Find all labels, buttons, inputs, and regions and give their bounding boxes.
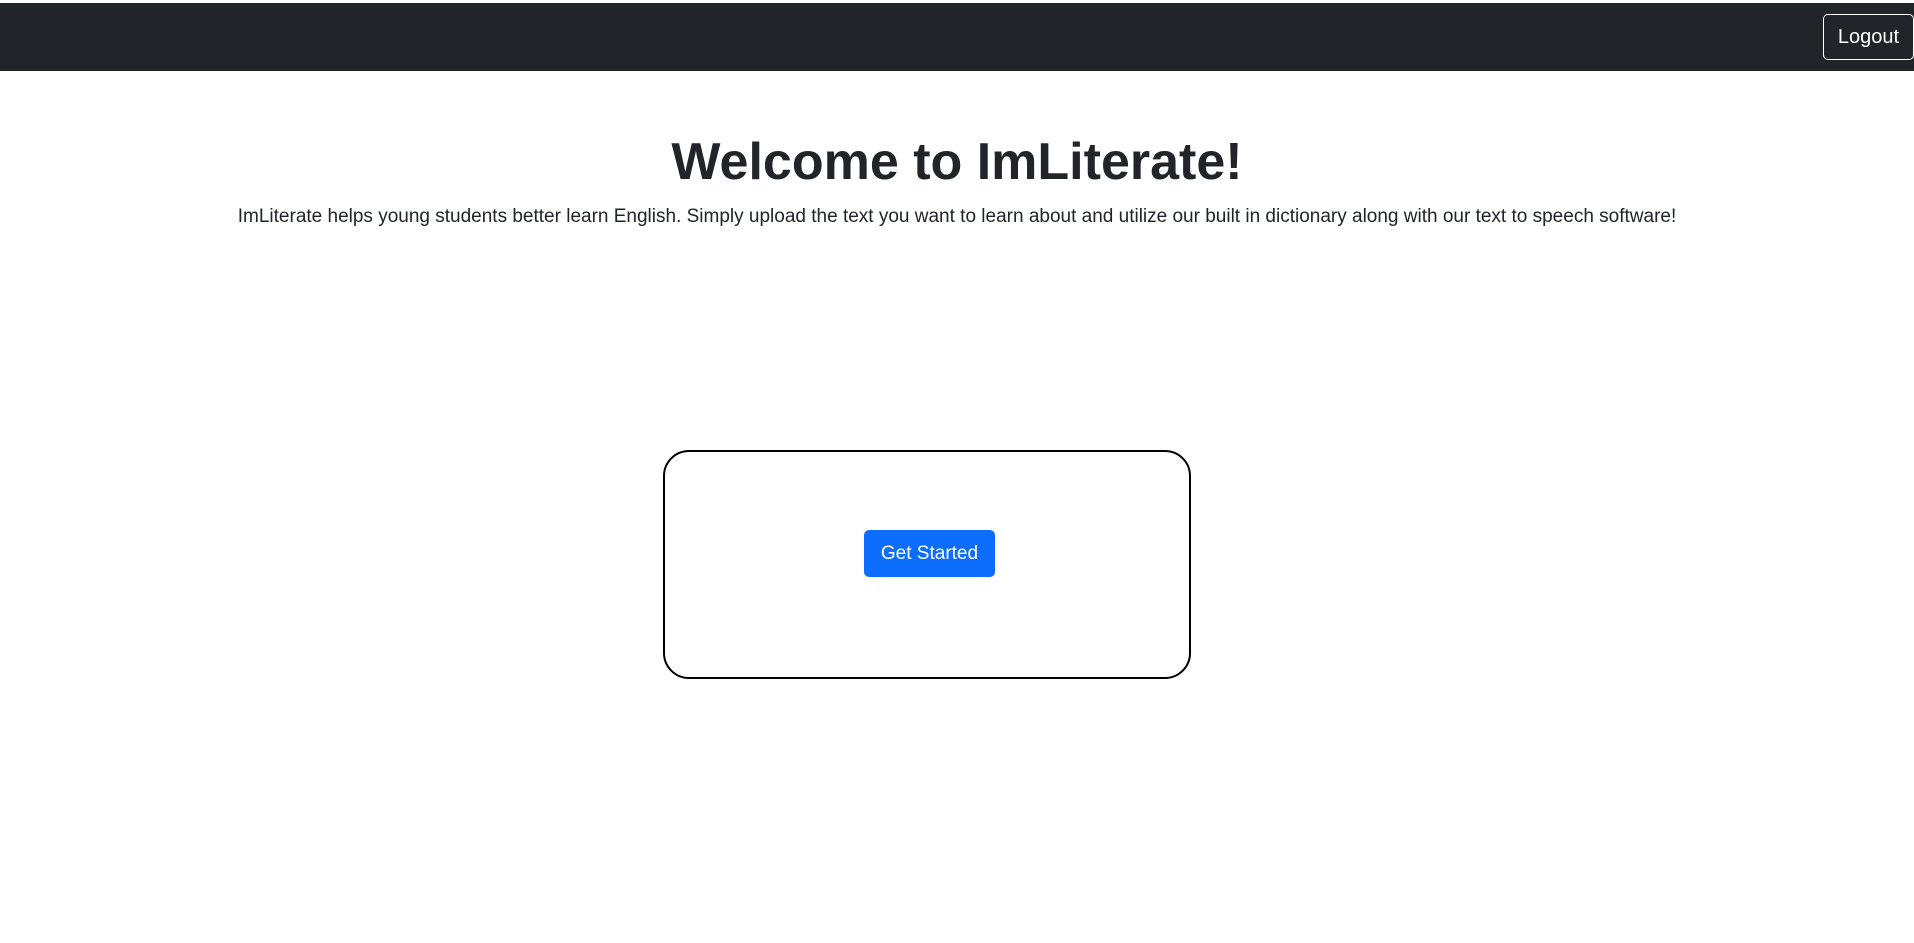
get-started-button[interactable]: Get Started	[864, 530, 995, 577]
main-content: Welcome to ImLiterate! ImLiterate helps …	[0, 71, 1914, 943]
page-subtitle: ImLiterate helps young students better l…	[237, 206, 1677, 227]
page-title: Welcome to ImLiterate!	[671, 133, 1243, 191]
get-started-card: Get Started	[663, 450, 1191, 679]
logout-button[interactable]: Logout	[1822, 14, 1914, 60]
top-navbar: Logout	[0, 3, 1914, 71]
